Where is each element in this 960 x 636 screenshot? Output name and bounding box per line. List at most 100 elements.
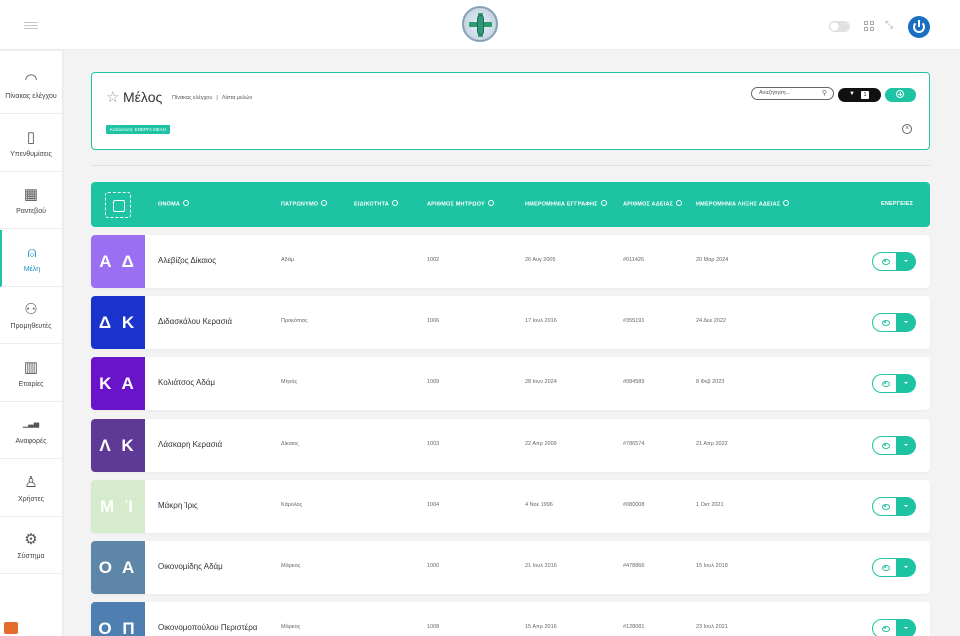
status-filter-tag[interactable]: Κατάσταση: ΕΝΕΡΓΑ ΜΕΛΗ	[106, 125, 171, 134]
row-actions	[872, 496, 916, 516]
row-actions	[872, 313, 916, 333]
column-header-actions: ΕΝΕΡΓΕΙΕΣ	[881, 201, 914, 207]
sidebar-item-8[interactable]: ⚙ Σύστημα	[0, 517, 62, 574]
sort-icon	[391, 200, 398, 206]
view-button[interactable]	[872, 374, 898, 394]
fullscreen-icon[interactable]: ⤡	[885, 20, 893, 31]
view-button[interactable]	[872, 252, 898, 271]
member-reg-date: 21 Ιουλ 2016	[525, 563, 557, 569]
breadcrumb: Πίνακας ελέγχου | Λίστα μελών	[172, 95, 253, 101]
sidebar-item-4[interactable]: ⚇ Προμηθευτές	[0, 287, 62, 344]
avatar: Ο Π	[91, 602, 145, 636]
member-registry: 1002	[427, 257, 440, 263]
gauge-icon: ◠	[24, 71, 38, 88]
actions-dropdown-button[interactable]	[896, 558, 916, 577]
member-registry: 1000	[427, 563, 440, 569]
actions-dropdown-button[interactable]	[896, 252, 916, 271]
member-expiry: 21 Απρ 2022	[696, 440, 728, 447]
sidebar: ◠ Πίνακας ελέγχου ▯ Υπενθυμίσεις ▦ Ραντεβού ⍝ Μ…	[0, 51, 62, 636]
actions-dropdown-button[interactable]	[896, 374, 916, 394]
row-actions	[872, 619, 916, 636]
sidebar-item-label: Πίνακας ελέγχου	[5, 93, 57, 100]
row-actions	[872, 252, 916, 271]
actions-dropdown-button[interactable]	[896, 619, 916, 636]
clear-filters-icon[interactable]: ×	[902, 124, 912, 134]
users-icon: ⚇	[24, 301, 38, 318]
image-placeholder-icon	[105, 192, 131, 218]
table-row[interactable]: Ο Π Οικονομοπούλου Περιστέρα Μάρκος 1008 15 …	[91, 602, 930, 636]
column-header-specialty[interactable]: ΕΙΔΙΚΟΤΗΤΑ	[354, 200, 398, 207]
user-icon: ⍝	[27, 243, 37, 261]
view-button[interactable]	[872, 619, 898, 636]
actions-dropdown-button[interactable]	[896, 496, 916, 516]
member-license: #128081	[623, 624, 645, 631]
table-row[interactable]: Μ Ί Μάκρη Ίρις Κάρολος 1004 4 Νοε 1996 #08000…	[91, 479, 930, 533]
table-row[interactable]: Λ Κ Λάσκαρη Κερασιά Δίκαιος 1003 22 Απρ 2009…	[91, 418, 930, 472]
column-header-reg-date[interactable]: ΗΜΕΡΟΜΗΝΙΑ ΕΓΓΡΑΦΗΣ	[525, 200, 607, 207]
member-expiry: 15 Ιουλ 2018	[696, 563, 728, 569]
member-name[interactable]: Οικονομοπούλου Περιστέρα	[158, 623, 257, 632]
table-row[interactable]: Κ Α Κολιάτσος Αδάμ Μηνάς 1009 28 Ιουν 2024 #0…	[91, 357, 930, 411]
column-header-license[interactable]: ΑΡΙΘΜΟΣ ΑΔΕΙΑΣ	[623, 200, 683, 207]
member-registry: 1006	[427, 318, 440, 325]
member-name[interactable]: Κολιάτσος Αδάμ	[158, 378, 215, 387]
column-header-registry[interactable]: ΑΡΙΘΜΟΣ ΜΗΤΡΩΟΥ	[427, 200, 494, 207]
member-registry: 1003	[427, 440, 440, 447]
view-button[interactable]	[872, 435, 898, 455]
member-name[interactable]: Οικονομίδης Αδάμ	[158, 562, 223, 571]
column-header-name[interactable]: ΟΝΟΜΑ	[158, 200, 190, 207]
view-button[interactable]	[872, 558, 898, 577]
view-button[interactable]	[872, 496, 898, 516]
sidebar-item-0[interactable]: ◠ Πίνακας ελέγχου	[0, 57, 62, 114]
member-license: #080008	[623, 501, 645, 508]
sidebar-item-label: Μέλη	[23, 265, 41, 273]
table-row[interactable]: Ο Α Οικονομίδης Αδάμ Μάρκος 1000 21 Ιουλ 201…	[91, 541, 930, 594]
breadcrumb-item-dashboard[interactable]: Πίνακας ελέγχου	[172, 95, 212, 101]
sidebar-item-7[interactable]: ♙ Χρήστες	[0, 460, 62, 517]
member-father: Κάρολος	[281, 501, 303, 508]
column-header-expiry[interactable]: ΗΜΕΡΟΜΗΝΙΑ ΛΗΞΗΣ ΑΔΕΙΑΣ	[696, 200, 790, 207]
filter-button[interactable]: ▼ 1	[838, 88, 881, 102]
sidebar-item-3[interactable]: ⍝ Μέλη	[0, 229, 62, 287]
member-expiry: 1 Οκτ 2021	[696, 501, 724, 508]
avatar: Α Δ	[91, 235, 145, 288]
member-registry: 1009	[427, 379, 440, 386]
sidebar-item-5[interactable]: ▥ Εταιρίες	[0, 345, 62, 402]
sort-icon	[600, 200, 607, 206]
member-name[interactable]: Διδασκάλου Κερασιά	[158, 317, 232, 326]
theme-toggle[interactable]	[829, 21, 850, 32]
sidebar-item-label: Υπενθυμίσεις	[10, 150, 52, 158]
sidebar-item-6[interactable]: ▁▃▅ Αναφορές	[0, 402, 62, 459]
column-header-father[interactable]: ΠΑΤΡΩΝΥΜΟ	[281, 200, 328, 207]
menu-icon[interactable]	[24, 22, 38, 30]
breadcrumb-item-members[interactable]: Λίστα μελών	[222, 95, 252, 101]
star-icon[interactable]: ☆	[106, 88, 119, 106]
actions-dropdown-button[interactable]	[896, 313, 916, 333]
sidebar-item-1[interactable]: ▯ Υπενθυμίσεις	[0, 115, 62, 172]
add-member-button[interactable]	[885, 88, 916, 102]
avatar: Μ Ί	[91, 479, 145, 533]
apps-grid-icon[interactable]	[864, 21, 874, 31]
member-registry: 1004	[427, 501, 440, 508]
member-name[interactable]: Μάκρη Ίρις	[158, 501, 198, 510]
member-expiry: 24 Δεκ 2022	[696, 318, 726, 325]
power-icon[interactable]	[908, 16, 930, 38]
notification-badge[interactable]	[4, 622, 18, 634]
gear-icon: ⚙	[24, 531, 38, 548]
table-row[interactable]: Δ Κ Διδασκάλου Κερασιά Προκόπιος 1006 17 Ιου…	[91, 296, 930, 350]
member-name[interactable]: Αλεβίζος Δίκαιος	[158, 256, 216, 265]
member-father: Προκόπιος	[281, 318, 308, 325]
member-expiry: 8 Φεβ 2023	[696, 379, 725, 386]
actions-dropdown-button[interactable]	[896, 435, 916, 455]
sidebar-item-2[interactable]: ▦ Ραντεβού	[0, 172, 62, 229]
logo[interactable]	[462, 6, 498, 42]
search-input[interactable]: Αναζήτηση... ⚲	[751, 87, 834, 100]
table-row[interactable]: Α Δ Αλεβίζος Δίκαιος Αδάμ 1002 26 Αυγ 2005 #0…	[91, 235, 930, 288]
view-button[interactable]	[872, 313, 898, 333]
table-header: ΟΝΟΜΑ ΠΑΤΡΩΝΥΜΟ ΕΙΔΙΚΟΤΗΤΑ ΑΡΙΘΜΟΣ ΜΗΤΡΩ…	[91, 182, 930, 227]
member-reg-date: 15 Απρ 2016	[525, 624, 557, 631]
member-license: #478866	[623, 563, 645, 569]
search-icon[interactable]: ⚲	[822, 89, 827, 97]
member-registry: 1008	[427, 624, 440, 631]
member-name[interactable]: Λάσκαρη Κερασιά	[158, 440, 222, 449]
